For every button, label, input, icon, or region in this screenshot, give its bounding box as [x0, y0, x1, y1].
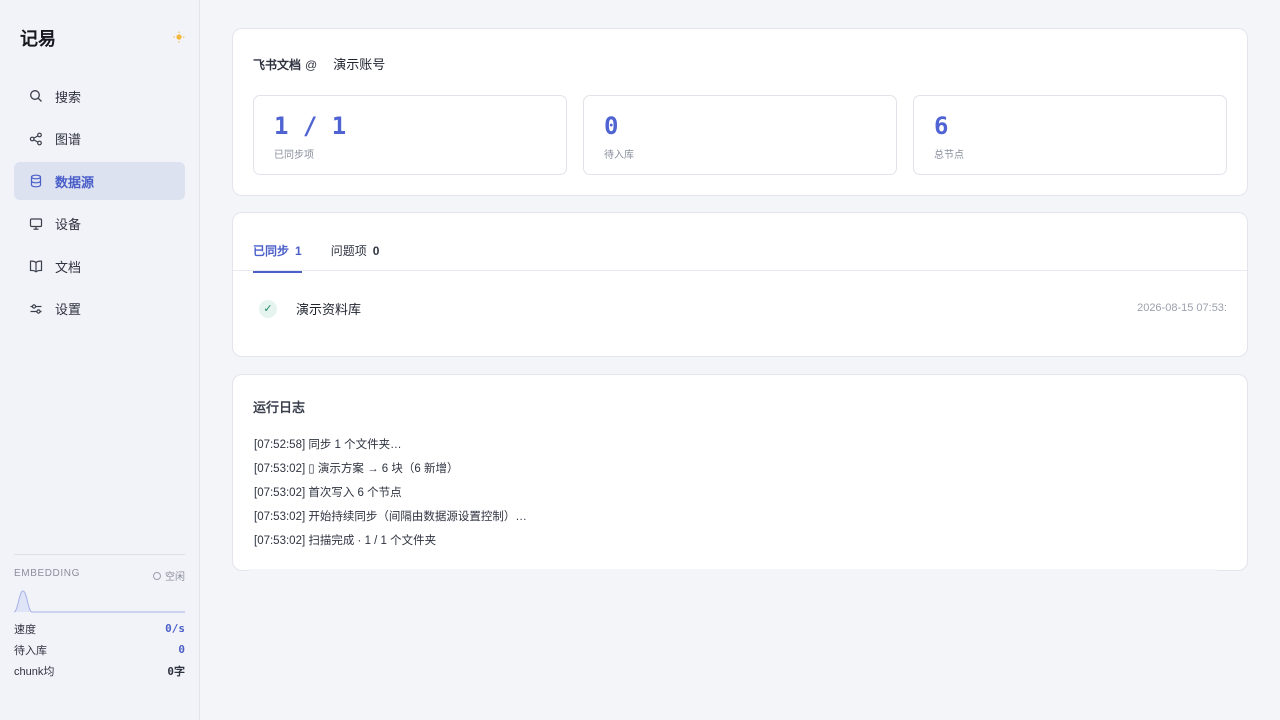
book-icon — [29, 259, 43, 273]
sliders-icon — [29, 302, 43, 316]
embedding-chunk-value: 0字 — [167, 664, 185, 678]
tab-synced[interactable]: 已同步 1 — [253, 242, 302, 273]
sidebar-item-devices[interactable]: 设备 — [14, 205, 185, 243]
sync-items-card: 已同步 1 问题项 0 ✓ 演示资料库 2026-08-15 07:53: — [232, 212, 1248, 357]
sidebar-item-label: 图谱 — [55, 132, 82, 147]
embedding-pending-value: 0 — [178, 643, 185, 656]
embedding-status: 空闲 — [153, 568, 185, 583]
tab-label: 问题项 — [330, 244, 367, 258]
sidebar-item-label: 设备 — [55, 217, 82, 232]
share-graph-icon — [29, 132, 43, 146]
stat-pending: 0 待入库 — [583, 95, 897, 175]
log-scroll-edge — [249, 569, 1217, 574]
stat-value: 0 — [604, 112, 619, 140]
run-log-card: 运行日志 [07:52:58] 同步 1 个文件夹… [07:53:02] ▯ … — [232, 374, 1248, 574]
sidebar-item-label: 搜索 — [55, 89, 82, 105]
source-name: 飞书文档 — [253, 58, 302, 72]
log-list: [07:52:58] 同步 1 个文件夹… [07:53:02] ▯ 演示方案 … — [254, 435, 527, 555]
tab-issues[interactable]: 问题项 0 — [331, 242, 380, 273]
stat-total-nodes: 6 总节点 — [913, 95, 1227, 175]
stat-label: 已同步项 — [274, 150, 314, 161]
app-logo: 记易 — [20, 29, 56, 49]
synced-item-name: 演示资料库 — [296, 302, 362, 317]
tab-label: 已同步 — [253, 244, 290, 258]
stat-label: 待入库 — [604, 150, 634, 161]
tab-count: 0 — [372, 244, 380, 258]
embedding-pending-label: 待入库 — [14, 644, 47, 657]
database-icon — [29, 174, 43, 188]
log-line: [07:53:02] 扫描完成 · 1 / 1 个文件夹 — [254, 535, 437, 547]
source-account: 演示账号 — [333, 57, 386, 72]
embedding-title: EMBEDDING — [14, 568, 80, 579]
sync-tabs: 已同步 1 问题项 0 — [253, 242, 408, 273]
log-line: [07:52:58] 同步 1 个文件夹… — [254, 439, 402, 451]
embedding-chunk-row: chunk均 0字 — [14, 660, 185, 681]
sidebar-item-settings[interactable]: 设置 — [14, 290, 185, 328]
sidebar-item-docs[interactable]: 文档 — [14, 247, 185, 285]
embedding-speed-row: 速度 0/s — [14, 618, 185, 639]
log-line: [07:53:02] 开始持续同步（间隔由数据源设置控制）… — [254, 511, 527, 523]
stat-label: 总节点 — [934, 150, 964, 161]
check-icon: ✓ — [259, 299, 277, 318]
embedding-speed-label: 速度 — [14, 623, 36, 636]
log-line: [07:53:02] 首次写入 6 个节点 — [254, 487, 402, 499]
sun-icon[interactable] — [173, 30, 185, 43]
sidebar-item-label: 文档 — [55, 259, 82, 275]
embedding-panel: EMBEDDING 空闲 速度 0/s 待入库 0 chunk均 0字 — [13, 554, 185, 681]
embedding-chunk-label: chunk均 — [14, 665, 55, 678]
monitor-icon — [29, 217, 43, 231]
source-header: 飞书文档 @ 演示账号 — [253, 54, 385, 73]
stat-value: 6 — [934, 112, 949, 140]
log-line: [07:53:02] ▯ 演示方案 → 6 块（6 新增） — [254, 463, 459, 475]
tab-count: 1 — [295, 244, 302, 258]
stat-value: 1 / 1 — [274, 112, 347, 140]
synced-item-time: 2026-08-15 07:53: — [1137, 302, 1227, 314]
status-dot-icon — [153, 571, 161, 580]
embedding-speed-value: 0/s — [165, 622, 185, 635]
sidebar-item-datasource[interactable]: 数据源 — [14, 162, 185, 200]
sidebar: 记易 搜索 图谱 数据源 设备 文档 设置 EMBEDDING 空闲 速度 0/… — [0, 0, 200, 720]
stat-synced-items: 1 / 1 已同步项 — [253, 95, 567, 175]
embedding-pending-row: 待入库 0 — [14, 639, 185, 660]
tab-divider — [233, 270, 1247, 271]
sidebar-item-search[interactable]: 搜索 — [14, 77, 185, 115]
list-item[interactable]: ✓ 演示资料库 — [259, 299, 361, 318]
source-at: @ — [305, 58, 318, 72]
embedding-sparkline — [13, 590, 185, 613]
sidebar-item-graph[interactable]: 图谱 — [14, 120, 185, 158]
embedding-status-label: 空闲 — [165, 572, 185, 583]
source-summary-card: 飞书文档 @ 演示账号 1 / 1 已同步项 0 待入库 6 总节点 — [232, 28, 1248, 196]
sidebar-item-label: 数据源 — [55, 174, 95, 190]
log-title: 运行日志 — [253, 400, 306, 415]
sidebar-item-label: 设置 — [55, 302, 82, 317]
search-icon — [29, 89, 43, 103]
sidebar-nav: 搜索 图谱 数据源 设备 文档 设置 — [14, 77, 185, 332]
